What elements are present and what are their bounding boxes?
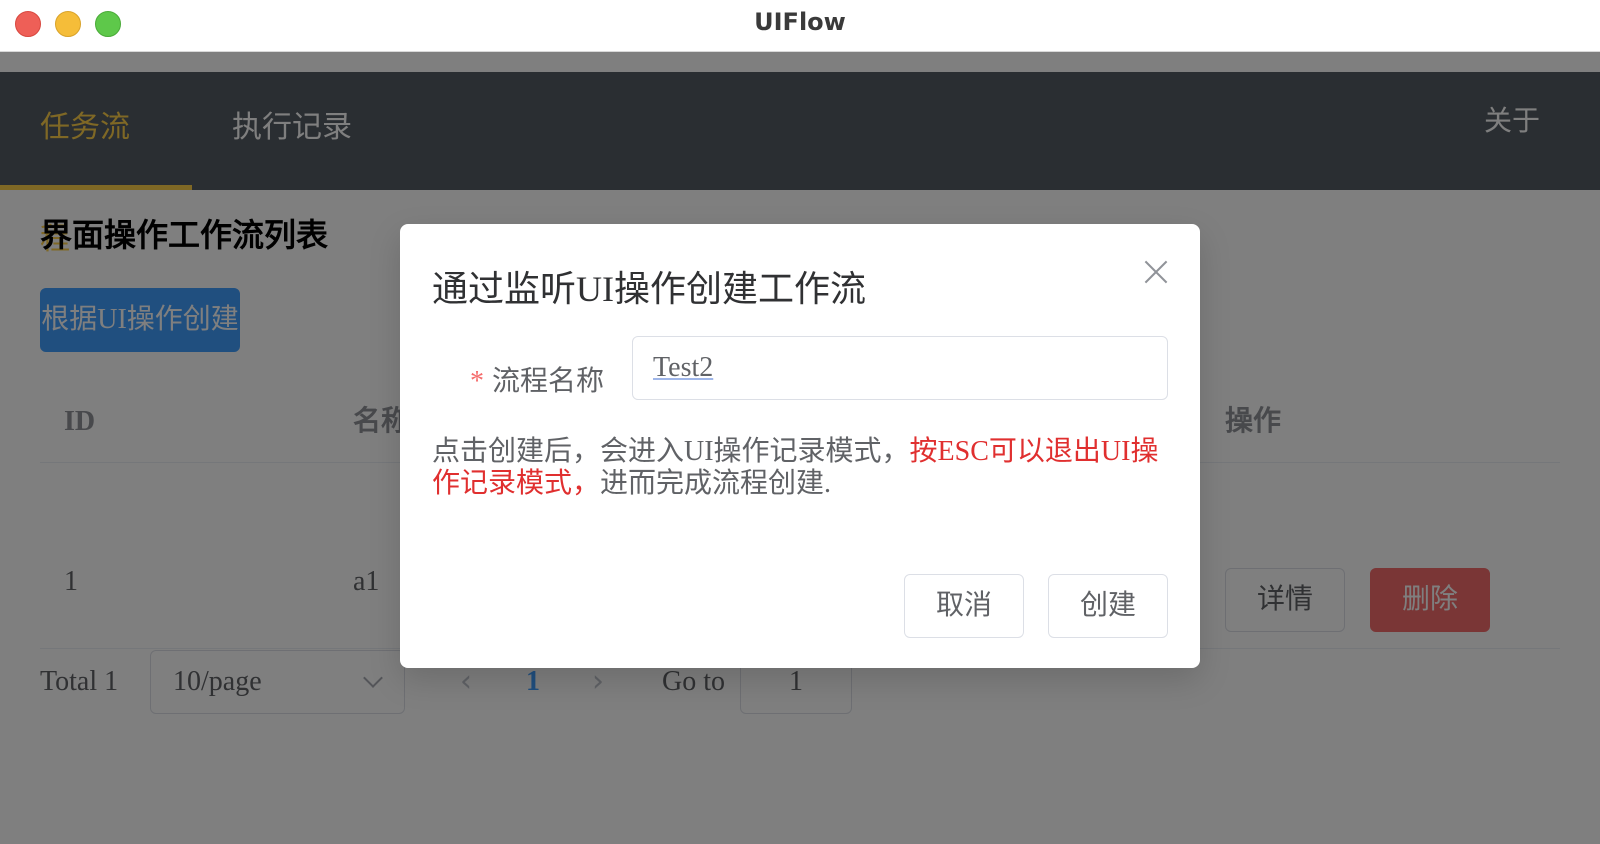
flow-name-input[interactable] (632, 336, 1168, 400)
hint-text-end: 进而完成流程创建. (600, 468, 832, 499)
hint-text: 点击创建后，会进入UI操作记录模式， (432, 436, 910, 467)
required-mark: * (470, 366, 484, 397)
cancel-button[interactable]: 取消 (904, 574, 1024, 638)
create-workflow-dialog: 通过监听UI操作创建工作流 * 流程名称 点击创建后，会进入UI操作记录模式，按E… (400, 224, 1200, 668)
window-title: UIFlow (754, 8, 846, 36)
window-titlebar: UIFlow (0, 0, 1600, 52)
dialog-title: 通过监听UI操作创建工作流 (432, 269, 866, 309)
dialog-hint: 点击创建后，会进入UI操作记录模式，按ESC可以退出UI操作记录模式，进而完成流… (432, 436, 1168, 500)
flow-name-label: * 流程名称 (470, 350, 604, 414)
flow-name-label-text: 流程名称 (492, 366, 605, 397)
close-icon[interactable] (1140, 256, 1172, 288)
create-button[interactable]: 创建 (1048, 574, 1168, 638)
